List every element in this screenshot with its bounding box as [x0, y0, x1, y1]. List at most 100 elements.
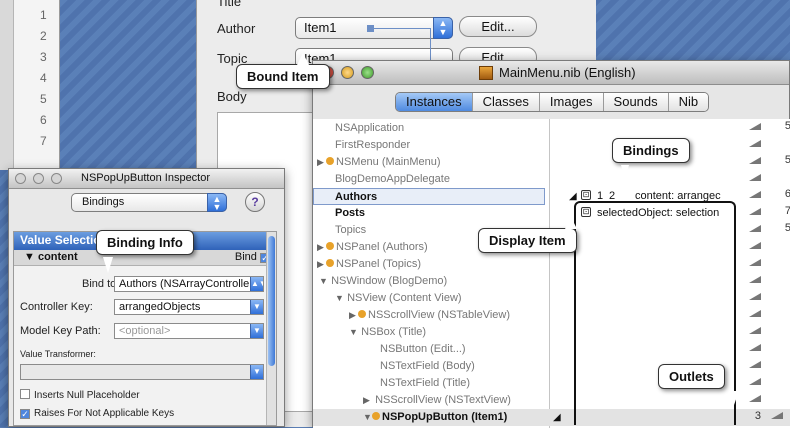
outlet-count: 5: [784, 154, 790, 166]
disclosure-triangle-expanded-icon[interactable]: ▼: [335, 290, 344, 307]
row-label: NSBox (Title): [361, 326, 427, 338]
outline-row-appdelegate[interactable]: BlogDemoAppDelegate: [335, 171, 450, 188]
raises-na-checkbox[interactable]: ✓ Raises For Not Applicable Keys: [20, 408, 174, 419]
connection-line: [372, 28, 430, 29]
close-button[interactable]: [15, 173, 26, 184]
outlet-arrow-icon: [749, 157, 761, 164]
disclosure-triangle-icon[interactable]: ▶: [317, 154, 326, 171]
callout-text: Display Item: [489, 233, 566, 248]
callout-bound-item: Bound Item: [236, 53, 330, 89]
callout-pointer: [297, 53, 309, 65]
outlet-arrow-icon: [749, 123, 761, 130]
tab-sounds[interactable]: Sounds: [603, 93, 669, 111]
content-subsection-label: content: [37, 251, 78, 263]
disclosure-triangle-icon[interactable]: ▶: [363, 392, 372, 409]
tab-nib[interactable]: Nib: [668, 93, 709, 111]
disclosure-triangle-expanded-icon[interactable]: ▼: [24, 251, 35, 263]
background-list: 1 2 3 4 5 6 7: [0, 0, 60, 170]
outlet-arrow-icon: [749, 140, 761, 147]
outline-row-nsapplication[interactable]: NSApplication: [335, 120, 404, 137]
disclosure-triangle-icon[interactable]: ▶: [349, 307, 358, 324]
pane-scrollbar[interactable]: [266, 232, 276, 425]
callout-text: Outlets: [669, 369, 714, 384]
outline-row-panel-topics[interactable]: ▶ NSPanel (Topics): [317, 256, 421, 273]
author-label: Author: [217, 21, 256, 36]
outline-row-window[interactable]: ▼ NSWindow (BlogDemo): [319, 273, 447, 290]
list-scrollbar[interactable]: [0, 0, 14, 170]
list-number: 3: [40, 50, 47, 64]
minimize-button[interactable]: [33, 173, 44, 184]
row-label: NSView (Content View): [347, 292, 462, 304]
help-button[interactable]: ?: [245, 192, 265, 212]
inspector-titlebar[interactable]: NSPopUpButton Inspector: [9, 169, 284, 189]
bind-to-popup[interactable]: Authors (NSArrayController) ▲▼: [114, 276, 264, 292]
inspector-mode-popup[interactable]: Bindings ▲ ▼: [71, 193, 227, 212]
row-label: NSPanel (Authors): [336, 241, 428, 253]
outlet-arrow-icon: [749, 242, 761, 249]
zoom-button[interactable]: [51, 173, 62, 184]
edit-author-button[interactable]: Edit...: [459, 16, 537, 37]
outlet-arrow-icon: [749, 395, 761, 402]
warning-icon: [326, 259, 334, 267]
tab-classes[interactable]: Classes: [472, 93, 540, 111]
model-key-path-label: Model Key Path:: [20, 325, 101, 337]
model-key-path-combo[interactable]: <optional> ▼: [114, 323, 264, 339]
inserts-null-label: Inserts Null Placeholder: [34, 390, 140, 401]
outline-row-scrollview-text[interactable]: ▶ NSScrollView (NSTextView): [363, 392, 511, 409]
disclosure-triangle-expanded-icon[interactable]: ▼: [319, 273, 328, 290]
checkmark-icon: ✓: [20, 409, 30, 419]
outline-row-panel-authors[interactable]: ▶ NSPanel (Authors): [317, 239, 428, 256]
nib-titlebar[interactable]: MainMenu.nib (English): [313, 61, 789, 85]
inserts-null-checkbox[interactable]: Inserts Null Placeholder: [20, 389, 140, 401]
list-number: 1: [40, 8, 47, 22]
outlet-arrow-icon: [749, 174, 761, 181]
scroll-thumb[interactable]: [268, 236, 275, 366]
bindings-pane: Value Selection ▼ content Bind ✓ Bind to…: [13, 231, 277, 426]
author-popup-value: Item1: [304, 20, 337, 35]
warning-icon: [326, 242, 334, 250]
controller-key-combo[interactable]: arrangedObjects ▼: [114, 299, 264, 315]
popupbutton-inspector-window: NSPopUpButton Inspector Bindings ▲ ▼ ? Va…: [8, 168, 285, 427]
zoom-button[interactable]: [361, 66, 374, 79]
bind-checkbox-label: Bind: [234, 251, 257, 263]
binding-arrow-icon: ◢: [569, 191, 577, 202]
callout-pointer: [621, 165, 629, 179]
controller-key-value: arrangedObjects: [119, 301, 201, 313]
disclosure-triangle-icon[interactable]: ▶: [317, 256, 326, 273]
list-number: 2: [40, 29, 47, 43]
callout-binding-info: Binding Info: [96, 230, 194, 273]
callout-text: Bindings: [623, 143, 679, 158]
controller-key-label: Controller Key:: [20, 301, 93, 313]
outlet-arrow-icon: [749, 208, 761, 215]
outline-row-textfield-title[interactable]: NSTextField (Title): [380, 375, 470, 392]
value-transformer-combo[interactable]: ▼: [20, 364, 264, 380]
connection-handle: [367, 25, 374, 32]
popup-arrows-icon: ▲▼: [207, 193, 227, 212]
row-label: NSWindow (BlogDemo): [331, 275, 448, 287]
outline-row-nsbox[interactable]: ▼ NSBox (Title): [349, 324, 426, 341]
warning-icon: [372, 412, 380, 420]
binding-arrow-icon: ◢: [553, 412, 561, 423]
callout-pointer: [729, 391, 739, 405]
outline-row-textfield-body[interactable]: NSTextField (Body): [380, 358, 475, 375]
outline-row-authors[interactable]: Authors: [313, 188, 545, 205]
minimize-button[interactable]: [341, 66, 354, 79]
outline-row-nsbutton[interactable]: NSButton (Edit...): [380, 341, 466, 358]
inspector-title: NSPopUpButton Inspector: [81, 172, 211, 184]
disclosure-triangle-icon[interactable]: ▶: [317, 239, 326, 256]
disclosure-triangle-expanded-icon[interactable]: ▼: [363, 409, 372, 426]
row-label: NSScrollView (NSTableView): [368, 309, 511, 321]
outline-row-scrollview-table[interactable]: ▶ NSScrollView (NSTableView): [349, 307, 510, 324]
outline-row-firstresponder[interactable]: FirstResponder: [335, 137, 410, 154]
bindings-highlight: [574, 201, 736, 425]
outline-row-topics[interactable]: Topics: [335, 222, 366, 239]
outline-row-nsmenu[interactable]: ▶ NSMenu (MainMenu): [317, 154, 441, 171]
outline-row-content-view[interactable]: ▼ NSView (Content View): [335, 290, 462, 307]
disclosure-triangle-expanded-icon[interactable]: ▼: [349, 324, 358, 341]
list-number: 5: [40, 92, 47, 106]
combo-arrow-icon: ▼: [250, 365, 263, 379]
tab-instances[interactable]: Instances: [396, 93, 473, 111]
tab-images[interactable]: Images: [539, 93, 604, 111]
model-key-path-placeholder: <optional>: [119, 325, 171, 337]
outline-row-posts[interactable]: Posts: [335, 205, 365, 222]
